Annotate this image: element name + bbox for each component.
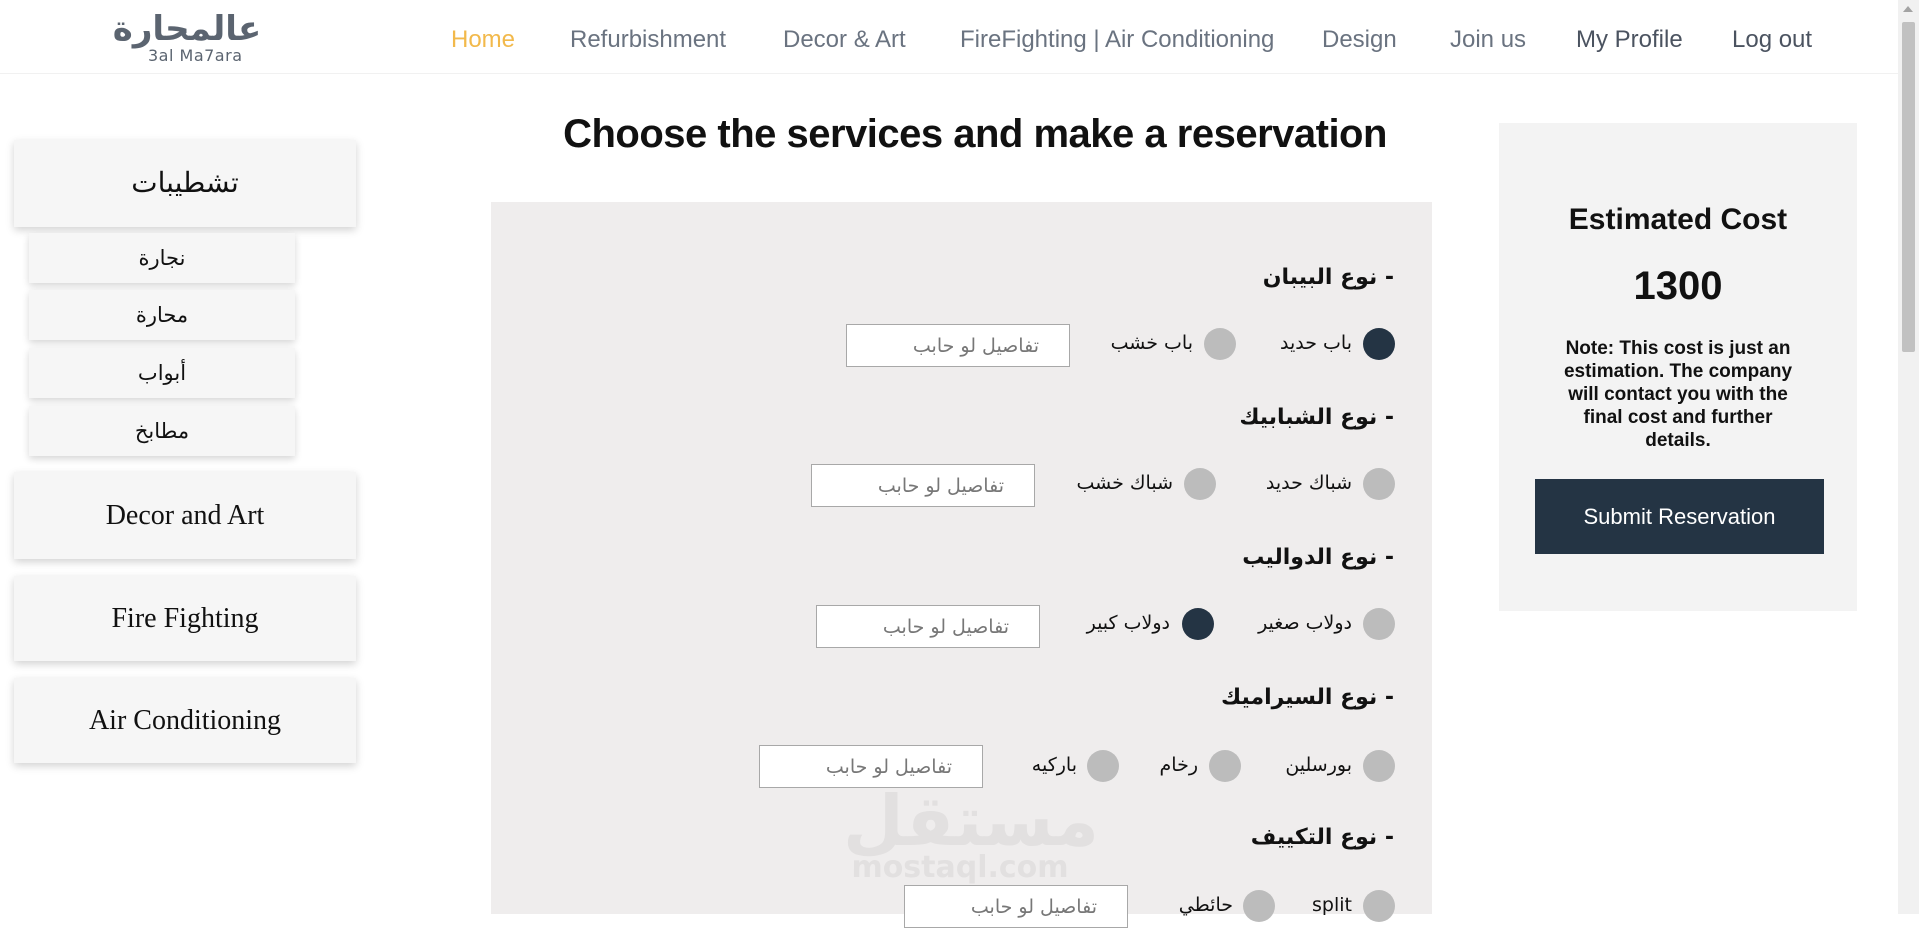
submit-reservation-button[interactable]: Submit Reservation (1535, 479, 1824, 554)
wardrobes-details-input[interactable] (816, 605, 1040, 648)
sidebar-category-label: Decor and Art (105, 500, 265, 531)
label-split[interactable]: split (1312, 894, 1352, 916)
section-title-ac: - نوع التكييف (1250, 825, 1394, 850)
sidebar-category-fire-fighting[interactable]: Fire Fighting (14, 576, 356, 661)
label-wood-door[interactable]: باب خشب (1111, 332, 1193, 354)
section-title-doors: - نوع البيبان (1262, 265, 1394, 290)
site-logo[interactable]: عالمحارة 3al Ma7ara (112, 10, 262, 68)
scrollbar-thumb[interactable] (1902, 22, 1915, 352)
sidebar-item-carpentry[interactable]: نجارة (29, 233, 295, 283)
nav-firefighting[interactable]: FireFighting | Air Conditioning (960, 26, 1274, 54)
nav-home[interactable]: Home (451, 26, 515, 54)
nav-my-profile[interactable]: My Profile (1576, 26, 1683, 54)
page-title: Choose the services and make a reservati… (563, 112, 1387, 156)
label-wall-mounted[interactable]: حائطي (1179, 894, 1233, 916)
sidebar-category-decor-art[interactable]: Decor and Art (14, 472, 356, 559)
section-title-windows: - نوع الشبابيك (1239, 405, 1394, 430)
radio-iron-window[interactable] (1363, 468, 1395, 500)
label-large-wardrobe[interactable]: دولاب كبير (1087, 612, 1170, 634)
label-iron-window[interactable]: شباك حديد (1266, 472, 1352, 494)
ac-details-input[interactable] (904, 885, 1128, 928)
radio-parquet[interactable] (1087, 750, 1119, 782)
section-title-ceramics: - نوع السيراميك (1220, 685, 1394, 710)
sidebar-item-label: نجارة (138, 246, 186, 270)
label-marble[interactable]: رخام (1160, 754, 1198, 776)
doors-details-input[interactable] (846, 324, 1070, 367)
radio-small-wardrobe[interactable] (1363, 608, 1395, 640)
cost-title: Estimated Cost (1568, 203, 1788, 236)
nav-design[interactable]: Design (1322, 26, 1397, 54)
cost-value: 1300 (1633, 264, 1723, 308)
radio-porcelain[interactable] (1363, 750, 1395, 782)
sidebar-item-kitchens[interactable]: مطابخ (29, 406, 295, 456)
top-header: عالمحارة 3al Ma7ara Home Refurbishment D… (0, 0, 1898, 74)
radio-large-wardrobe[interactable] (1182, 608, 1214, 640)
label-small-wardrobe[interactable]: دولاب صغير (1258, 612, 1352, 634)
sidebar-category-label: تشطيبات (131, 168, 239, 199)
radio-wood-window[interactable] (1184, 468, 1216, 500)
radio-iron-door[interactable] (1363, 328, 1395, 360)
sidebar-item-doors[interactable]: أبواب (29, 348, 295, 398)
label-wood-window[interactable]: شباك خشب (1077, 472, 1174, 494)
nav-decor-art[interactable]: Decor & Art (783, 26, 906, 54)
sidebar-item-label: أبواب (137, 361, 187, 385)
logo-arabic-text: عالمحارة (112, 9, 262, 49)
ceramics-details-input[interactable] (759, 745, 983, 788)
radio-marble[interactable] (1209, 750, 1241, 782)
radio-wall-mounted[interactable] (1243, 890, 1275, 922)
scroll-up-arrow-icon[interactable] (1903, 6, 1913, 12)
logo-latin-text: 3al Ma7ara (148, 46, 243, 65)
sidebar-category-air-conditioning[interactable]: Air Conditioning (14, 678, 356, 763)
radio-split[interactable] (1363, 890, 1395, 922)
label-iron-door[interactable]: باب حديد (1280, 332, 1352, 354)
label-parquet[interactable]: باركيه (1032, 754, 1077, 776)
sidebar-category-finishing[interactable]: تشطيبات (14, 140, 356, 227)
section-title-wardrobes: - نوع الدواليب (1242, 545, 1394, 570)
radio-wood-door[interactable] (1204, 328, 1236, 360)
sidebar-category-label: Fire Fighting (111, 603, 259, 634)
label-porcelain[interactable]: بورسلين (1285, 754, 1352, 776)
sidebar-item-label: مطابخ (134, 419, 190, 443)
estimated-cost-card: Estimated Cost 1300 Note: This cost is j… (1499, 123, 1857, 611)
services-form-panel: - نوع البيبان باب حديد باب خشب - نوع الش… (491, 202, 1432, 928)
vertical-scrollbar[interactable] (1898, 0, 1919, 914)
nav-join-us[interactable]: Join us (1450, 26, 1526, 54)
windows-details-input[interactable] (811, 464, 1035, 507)
sidebar-item-plastering[interactable]: محارة (29, 290, 295, 340)
sidebar-category-label: Air Conditioning (88, 705, 282, 736)
sidebar-item-label: محارة (135, 303, 189, 327)
cost-note: Note: This cost is just an estimation. T… (1563, 338, 1793, 451)
nav-refurbishment[interactable]: Refurbishment (570, 26, 726, 54)
nav-log-out[interactable]: Log out (1732, 26, 1812, 54)
